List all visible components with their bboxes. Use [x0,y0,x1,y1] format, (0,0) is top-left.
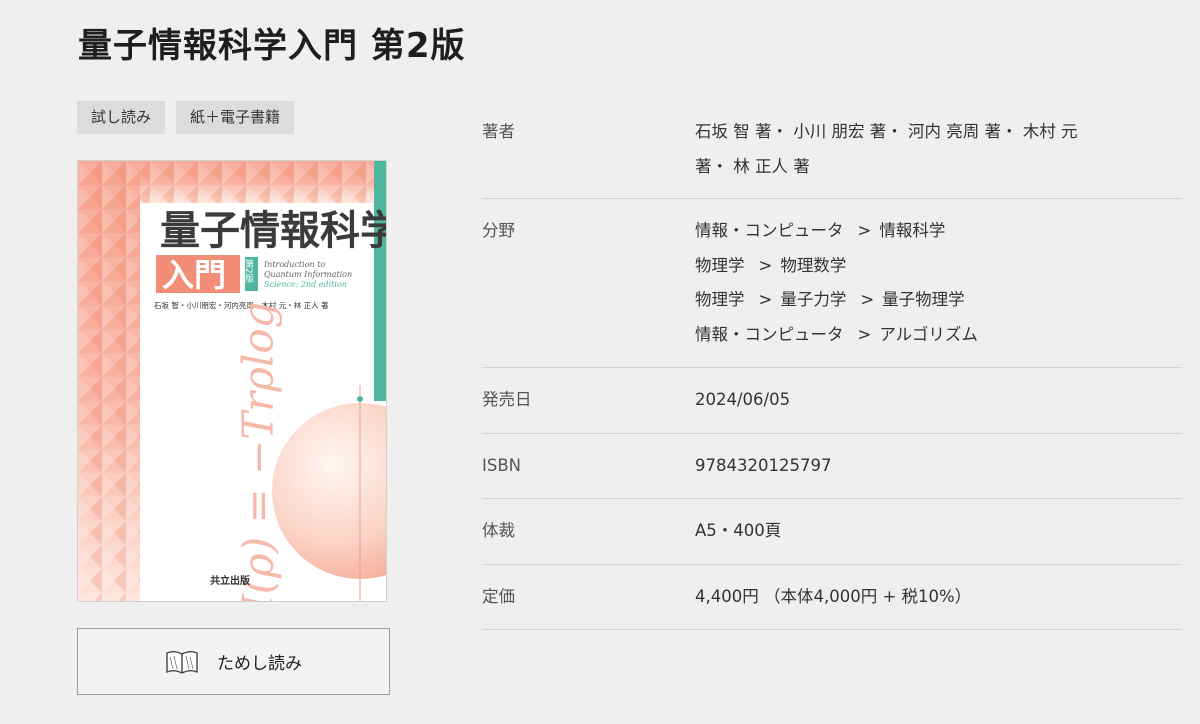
breadcrumb-separator: > [758,255,773,275]
cover-title-main: 量子情報科学 [160,207,386,254]
category-path: 情報・コンピュータ > 情報科学 [695,214,1182,249]
detail-value-release-date: 2024/06/05 [695,390,791,409]
cover-edition-badge: 第2版 [243,258,254,284]
category-link[interactable]: 情報・コンピュータ [695,325,844,344]
detail-row-release-date: 発売日 2024/06/05 [482,368,1182,434]
open-book-icon [165,649,199,675]
detail-row-price: 定価 4,400円 （本体4,000円 + 税10%） [482,565,1182,630]
page-title: 量子情報科学入門 第2版 [78,26,466,66]
cover-english-title-3: Science: 2nd edition [264,280,347,289]
tag-trial-reading[interactable]: 試し読み [77,101,166,134]
category-link[interactable]: 量子物理学 [882,290,965,309]
category-path: 物理学 > 物理数学 [695,249,1182,284]
cover-english-title-1: Introduction to [263,260,325,269]
detail-label: ISBN [482,455,522,475]
cover-publisher: 共立出版 [210,574,250,587]
book-details: 著者 石坂 智 著・ 小川 朋宏 著・ 河内 亮周 著・ 木村 元 著・ 林 正… [482,98,1182,630]
detail-value-author: 石坂 智 著・ 小川 朋宏 著・ 河内 亮周 著・ 木村 元 著・ 林 正人 著 [695,115,1182,184]
category-link[interactable]: 物理学 [695,290,745,309]
author-link[interactable]: 石坂 智 著・ 小川 朋宏 著・ 河内 亮周 著・ 木村 元 [695,115,1182,150]
category-path: 情報・コンピュータ > アルゴリズム [695,318,1182,353]
category-link[interactable]: アルゴリズム [879,325,978,344]
breadcrumb-separator: > [857,324,872,344]
detail-label: 体裁 [482,521,515,540]
tag-list: 試し読み 紙＋電子書籍 [77,101,295,134]
cover-title-sub: 入門 [162,256,226,294]
category-path: 物理学 > 量子力学 > 量子物理学 [695,283,1182,318]
tag-print-ebook[interactable]: 紙＋電子書籍 [176,101,295,134]
breadcrumb-separator: > [758,290,773,309]
category-link[interactable]: 情報・コンピュータ [695,221,844,240]
detail-row-author: 著者 石坂 智 著・ 小川 朋宏 著・ 河内 亮周 著・ 木村 元 著・ 林 正… [482,98,1182,199]
trial-reading-label: ためし読み [217,654,302,674]
detail-label: 定価 [482,586,515,606]
detail-row-category: 分野 情報・コンピュータ > 情報科学 物理学 > 物理数学 物理学 > 量子力学 > 量子物理… [482,199,1182,368]
cover-formula: H(ρ) = −Trρlog [234,301,283,601]
book-cover[interactable]: 量子情報科学 入門 第2版 Introduction to Quantum In… [77,160,387,602]
category-link[interactable]: 物理学 [695,256,745,275]
detail-value-format: A5・400頁 [695,521,782,540]
breadcrumb-separator: > [860,290,875,309]
detail-label: 分野 [482,221,515,240]
breadcrumb-separator: > [857,221,872,240]
detail-value-category: 情報・コンピュータ > 情報科学 物理学 > 物理数学 物理学 > 量子力学 > 量子物理学 情… [695,214,1182,352]
category-link[interactable]: 物理数学 [780,256,846,275]
author-link[interactable]: 著・ 林 正人 著 [695,150,1182,185]
detail-label: 発売日 [482,390,532,409]
cover-english-title-2: Quantum Information [264,270,352,279]
category-link[interactable]: 情報科学 [879,221,945,240]
detail-value-price: 4,400円 （本体4,000円 + 税10%） [695,586,972,606]
detail-row-isbn: ISBN 9784320125797 [482,434,1182,499]
detail-value-isbn: 9784320125797 [695,455,832,475]
category-link[interactable]: 量子力学 [780,290,846,309]
detail-label: 著者 [482,122,515,141]
detail-row-format: 体裁 A5・400頁 [482,499,1182,565]
trial-reading-button[interactable]: ためし読み [77,628,390,695]
